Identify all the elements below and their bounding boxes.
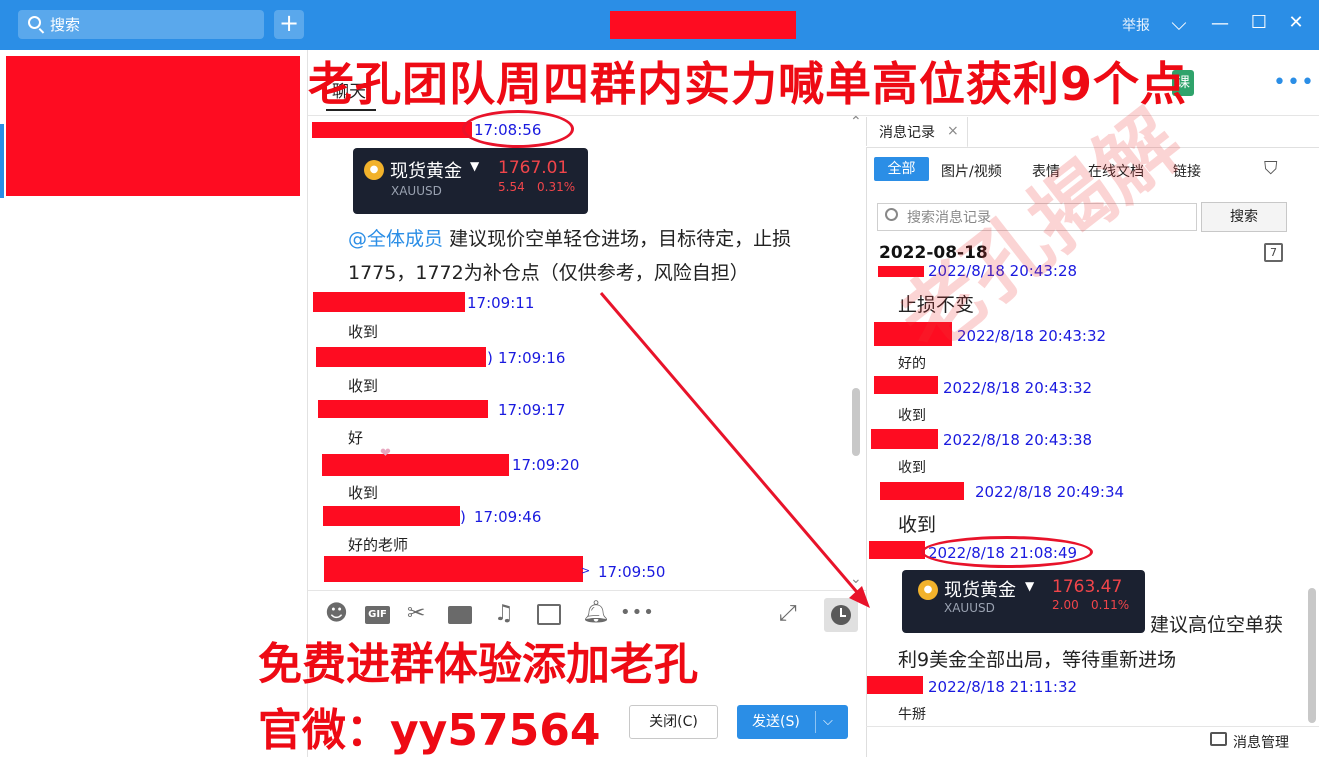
overlay-promo-line-1: 免费进群体验添加老孔 bbox=[258, 639, 698, 690]
overlay-headline: 老孔团队周四群内实力喊单高位获利9个点 bbox=[308, 57, 1188, 111]
overlay-promo-line-2: 官微：yy57564 bbox=[258, 705, 601, 756]
